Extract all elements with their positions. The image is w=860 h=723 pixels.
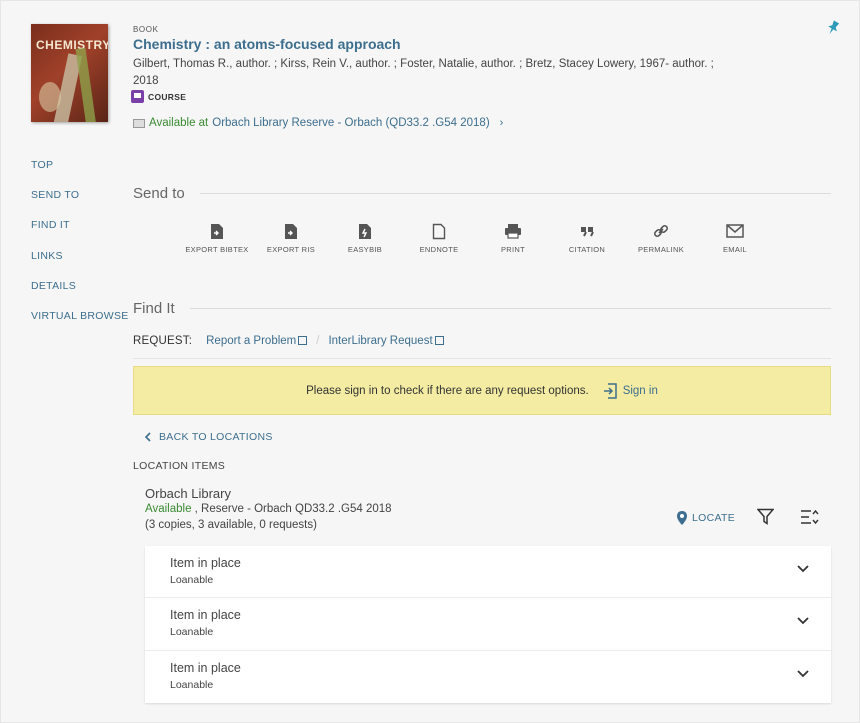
chevron-down-icon[interactable] (797, 617, 809, 625)
file-export-icon (211, 223, 223, 239)
back-to-locations-link[interactable]: BACK TO LOCATIONS (144, 431, 273, 443)
sidenav-virtual-browse[interactable]: VIRTUAL BROWSE (31, 309, 129, 339)
easybib-button[interactable]: EASYBIB (328, 222, 402, 254)
sidenav-details[interactable]: DETAILS (31, 279, 129, 309)
locate-button[interactable]: LOCATE (677, 511, 735, 525)
request-row: REQUEST: Report a Problem / InterLibrary… (133, 335, 444, 347)
item-status: Item in place (170, 660, 241, 675)
request-divider (133, 358, 831, 359)
action-label: ENDNOTE (419, 245, 459, 254)
sidenav-find-it[interactable]: FIND IT (31, 218, 129, 248)
map-pin-icon (677, 511, 687, 525)
course-badge: COURSE (131, 90, 186, 103)
chevron-down-icon[interactable] (797, 669, 809, 678)
sort-icon[interactable] (800, 509, 819, 525)
report-problem-link[interactable]: Report a Problem (206, 335, 308, 347)
authors-line: Gilbert, Thomas R., author. ; Kirss, Rei… (133, 58, 714, 70)
publication-year: 2018 (133, 75, 159, 87)
action-label: EXPORT BIBTEX (185, 245, 249, 254)
filter-icon[interactable] (757, 508, 774, 525)
record-type: BOOK (133, 25, 159, 34)
library-name: Orbach Library (145, 486, 231, 501)
action-label: EXPORT RIS (266, 245, 316, 254)
interlibrary-request-link[interactable]: InterLibrary Request (328, 335, 444, 347)
chevron-down-icon[interactable] (797, 565, 809, 573)
item-policy: Loanable (170, 574, 214, 586)
record-authors: Gilbert, Thomas R., author. ; Kirss, Rei… (133, 56, 733, 90)
external-link-icon (298, 336, 308, 345)
list-item[interactable]: Item in place Loanable (145, 598, 831, 651)
book-cover-thumbnail[interactable]: CHEMISTRY (31, 24, 108, 122)
action-label: CITATION (568, 245, 606, 254)
action-label: PERMALINK (637, 245, 685, 254)
find-it-heading: Find It (133, 300, 175, 317)
locate-label: LOCATE (692, 512, 736, 524)
sidenav-top[interactable]: TOP (31, 158, 129, 188)
item-policy: Loanable (170, 678, 214, 691)
list-item[interactable]: Item in place Loanable (145, 651, 831, 703)
availability-location: Orbach Library Reserve - Orbach (QD33.2 … (212, 117, 490, 129)
link-icon (653, 224, 669, 238)
list-item[interactable]: Item in place Loanable (145, 546, 831, 599)
sidenav-links[interactable]: LINKS (31, 249, 129, 279)
library-copies: (3 copies, 3 available, 0 requests) (145, 519, 317, 531)
quote-icon (581, 227, 594, 237)
side-navigation: TOP SEND TO FIND IT LINKS DETAILS VIRTUA… (31, 158, 129, 339)
export-bibtex-button[interactable]: EXPORT BIBTEX (180, 222, 254, 254)
action-label: EASYBIB (347, 245, 383, 254)
item-status: Item in place (170, 608, 241, 623)
sign-in-message: Please sign in to check if there are any… (306, 384, 589, 397)
sign-in-icon (603, 382, 617, 399)
library-location: , Reserve - Orbach QD33.2 .G54 2018 (191, 503, 392, 515)
sign-in-label: Sign in (622, 384, 658, 397)
envelope-icon (726, 224, 744, 238)
printer-icon (505, 224, 521, 239)
location-items-heading: LOCATION ITEMS (133, 460, 226, 472)
link-separator: / (316, 335, 320, 347)
pin-icon[interactable] (826, 20, 840, 36)
section-divider (190, 308, 831, 309)
permalink-button[interactable]: PERMALINK (624, 222, 698, 254)
send-to-actions: EXPORT BIBTEX EXPORT RIS EASYBIB ENDNOTE… (180, 222, 772, 254)
cover-title: CHEMISTRY (36, 38, 108, 52)
chevron-left-icon (144, 432, 151, 442)
document-icon (432, 223, 446, 239)
course-icon (131, 90, 144, 103)
sign-in-button[interactable]: Sign in (603, 382, 658, 399)
sign-in-banner: Please sign in to check if there are any… (133, 366, 831, 415)
section-divider (200, 193, 831, 194)
item-status: Item in place (170, 556, 241, 570)
chevron-right-icon: › (499, 117, 504, 129)
course-label: COURSE (148, 91, 187, 102)
availability-link[interactable]: Available at Orbach Library Reserve - Or… (133, 117, 503, 129)
file-bolt-icon (359, 223, 371, 239)
location-items-list: Item in place Loanable Item in place Loa… (145, 546, 831, 703)
email-button[interactable]: EMAIL (698, 222, 772, 254)
endnote-button[interactable]: ENDNOTE (402, 222, 476, 254)
citation-button[interactable]: CITATION (550, 222, 624, 254)
print-button[interactable]: PRINT (476, 222, 550, 254)
request-label: REQUEST: (133, 335, 193, 347)
item-policy: Loanable (170, 626, 214, 639)
availability-status: Available (145, 503, 192, 515)
action-label: PRINT (501, 245, 525, 254)
action-label: EMAIL (722, 245, 747, 254)
record-title-link[interactable]: Chemistry : an atoms-focused approach (133, 36, 401, 52)
external-link-icon (434, 336, 444, 345)
file-export-icon (285, 223, 297, 239)
sidenav-send-to[interactable]: SEND TO (31, 188, 129, 218)
back-label: BACK TO LOCATIONS (159, 431, 273, 443)
send-to-heading: Send to (133, 185, 185, 202)
export-ris-button[interactable]: EXPORT RIS (254, 222, 328, 254)
availability-status: Available at (149, 117, 209, 129)
book-icon (133, 118, 145, 128)
library-availability: Available , Reserve - Orbach QD33.2 .G54… (145, 503, 392, 515)
